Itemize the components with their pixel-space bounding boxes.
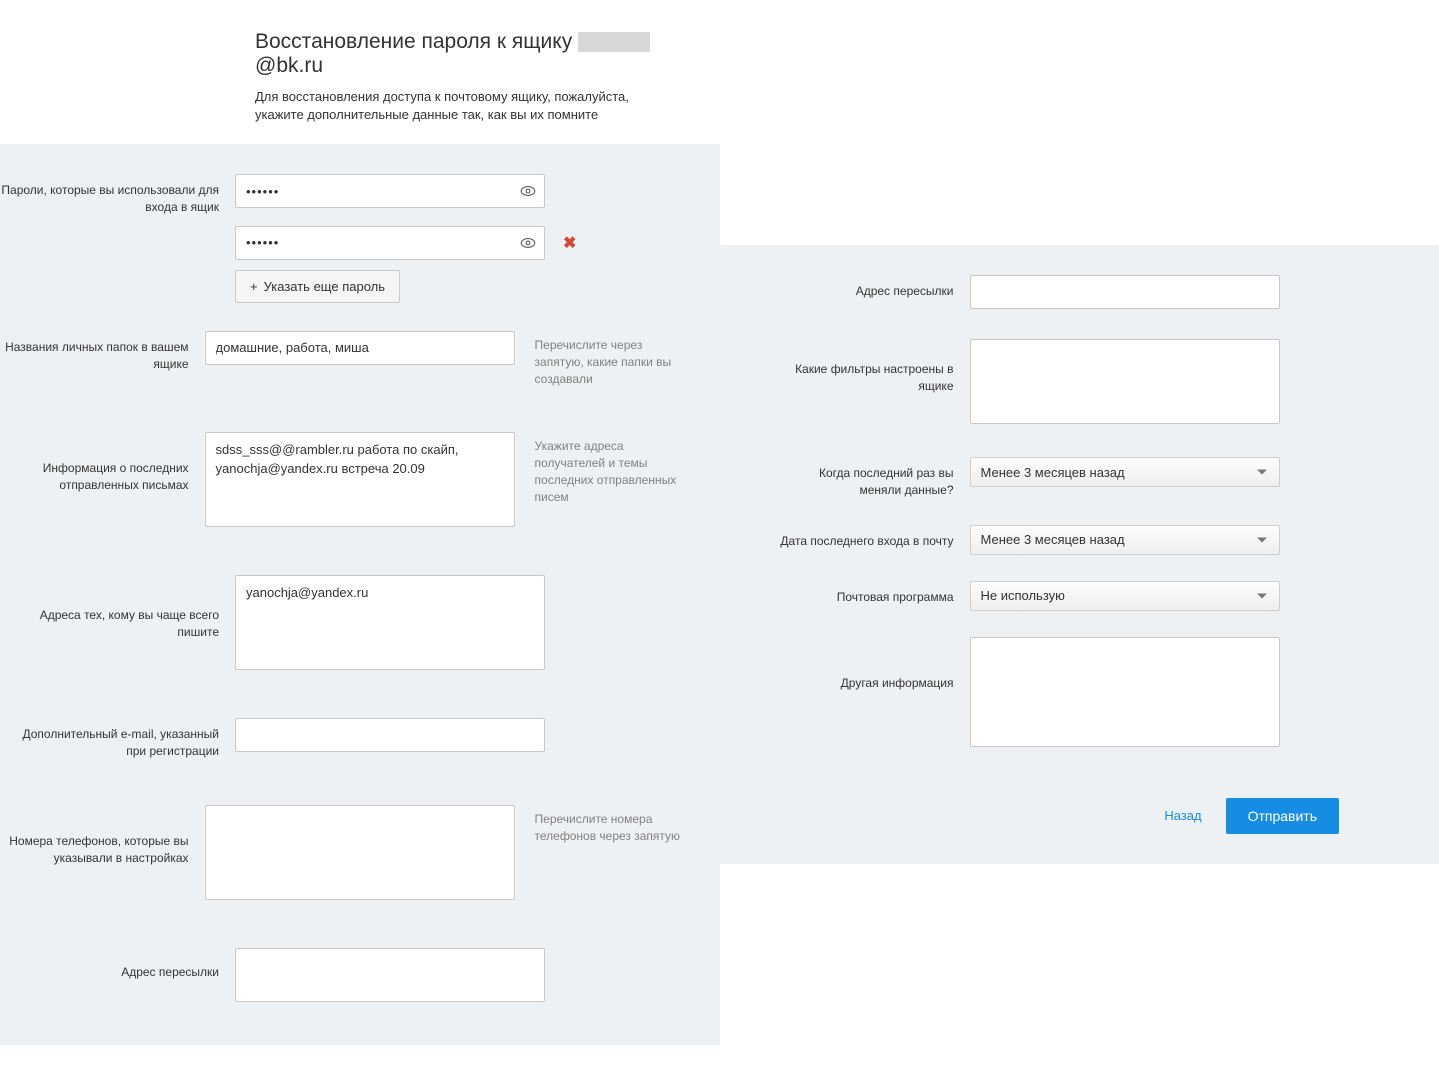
folders-hint: Перечислите через запятую, какие папки в… (515, 331, 690, 387)
frequent-textarea[interactable] (235, 575, 545, 670)
extra-email-input[interactable] (235, 718, 545, 752)
form-header: Восстановление пароля к ящику @bk.ru Для… (0, 30, 720, 144)
last-sent-hint: Укажите адреса получателей и темы послед… (515, 432, 690, 505)
eye-icon[interactable] (519, 182, 537, 200)
form-actions: Назад Отправить (720, 780, 1400, 834)
last-login-value: Менее 3 месяцев назад (981, 532, 1125, 547)
phones-label: Номера телефонов, которые вы указывали в… (0, 805, 205, 867)
form-right: Адрес пересылки Какие фильтры настроены … (720, 245, 1439, 864)
title-suffix: @bk.ru (255, 54, 323, 77)
folders-input[interactable] (205, 331, 515, 365)
frequent-label: Адреса тех, кому вы чаще всего пишите (0, 575, 235, 641)
forward-input-right[interactable] (970, 275, 1280, 309)
filters-label: Какие фильтры настроены в ящике (780, 339, 970, 395)
page-title: Восстановление пароля к ящику @bk.ru (255, 30, 680, 78)
password-2-input[interactable] (235, 226, 545, 260)
add-password-label: Указать еще пароль (264, 279, 385, 294)
last-login-select[interactable]: Менее 3 месяцев назад (970, 525, 1280, 555)
forward-label-right: Адрес пересылки (780, 275, 970, 300)
plus-icon: + (250, 279, 258, 294)
phones-textarea[interactable] (205, 805, 515, 900)
remove-password-icon[interactable]: ✖ (545, 233, 576, 253)
title-prefix: Восстановление пароля к ящику (255, 30, 578, 53)
client-value: Не использую (981, 588, 1065, 603)
phones-hint: Перечислите номера телефонов через запят… (515, 805, 690, 845)
other-label: Другая информация (780, 637, 970, 692)
last-login-label: Дата последнего входа в почту (780, 525, 970, 550)
back-link[interactable]: Назад (1164, 808, 1201, 823)
folders-label: Названия личных папок в вашем ящике (0, 331, 205, 373)
forward-label-left: Адрес пересылки (0, 948, 235, 981)
eye-icon[interactable] (519, 234, 537, 252)
last-change-value: Менее 3 месяцев назад (981, 465, 1125, 480)
client-select[interactable]: Не использую (970, 581, 1280, 611)
last-sent-textarea[interactable] (205, 432, 515, 527)
add-password-button[interactable]: + Указать еще пароль (235, 270, 400, 303)
passwords-label: Пароли, которые вы использовали для вход… (0, 174, 235, 216)
forward-textarea-left[interactable] (235, 948, 545, 1002)
submit-button[interactable]: Отправить (1226, 798, 1339, 834)
last-change-label: Когда последний раз вы меняли данные? (780, 457, 970, 499)
form-left: Пароли, которые вы использовали для вход… (0, 144, 720, 1045)
client-label: Почтовая программа (780, 581, 970, 606)
email-redacted (578, 32, 650, 52)
extra-email-label: Дополнительный e-mail, указанный при рег… (0, 718, 235, 760)
page-subtitle: Для восстановления доступа к почтовому я… (255, 88, 680, 124)
last-sent-label: Информация о последних отправленных пись… (0, 432, 205, 494)
last-change-select[interactable]: Менее 3 месяцев назад (970, 457, 1280, 487)
filters-textarea[interactable] (970, 339, 1280, 424)
password-1-input[interactable] (235, 174, 545, 208)
other-textarea[interactable] (970, 637, 1280, 747)
